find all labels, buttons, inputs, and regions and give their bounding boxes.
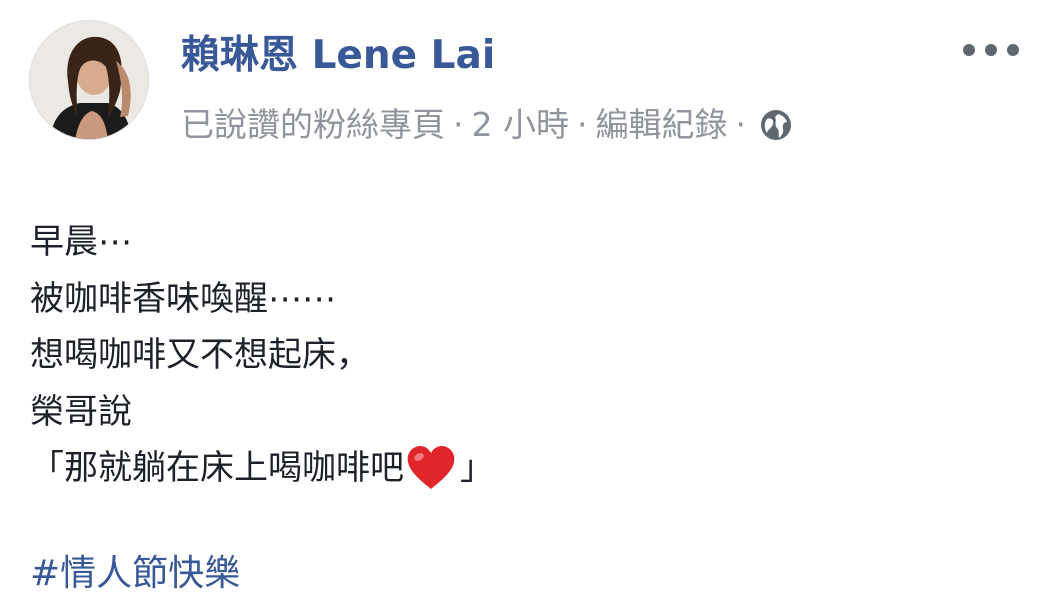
post-line: 早晨⋯ [30,222,132,262]
profile-photo [30,21,148,139]
heart-emoji-icon [406,445,456,491]
meta-separator: · [453,105,464,144]
author-name[interactable]: 賴琳恩 Lene Lai [181,31,495,81]
more-options-icon[interactable] [963,38,1019,62]
meta-separator: · [735,105,747,144]
more-dot [1007,44,1019,56]
liked-page-label: 已說讚的粉絲專頁 [181,105,445,144]
globe-icon[interactable] [758,107,794,143]
more-dot [985,44,997,56]
quote-close: 」 [460,448,494,488]
post-line: 被咖啡香味喚醒⋯⋯ [30,278,336,319]
post-body: 早晨⋯ 被咖啡香味喚醒⋯⋯ 想喝咖啡又不想起床， 榮哥說 「那就躺在床上喝咖啡吧… [30,214,494,497]
facebook-post: 賴琳恩 Lene Lai 已說讚的粉絲專頁 · 2 小時 · 編輯紀錄 · 早晨… [0,0,1060,596]
timestamp-link[interactable]: 2 小時 [472,103,570,147]
post-line: 想喝咖啡又不想起床， [30,335,370,375]
avatar[interactable] [29,20,149,140]
post-line: 「那就躺在床上喝咖啡吧 」 [30,440,494,497]
more-dot [963,44,975,56]
post-line: 榮哥說 [30,391,132,432]
meta-separator: · [577,105,588,144]
hashtag-link[interactable]: #情人節快樂 [30,549,240,596]
post-meta: 已說讚的粉絲專頁 · 2 小時 · 編輯紀錄 · [181,103,794,147]
edit-history-link[interactable]: 編輯紀錄 [596,103,728,147]
quote-text: 「那就躺在床上喝咖啡吧 [30,448,404,488]
